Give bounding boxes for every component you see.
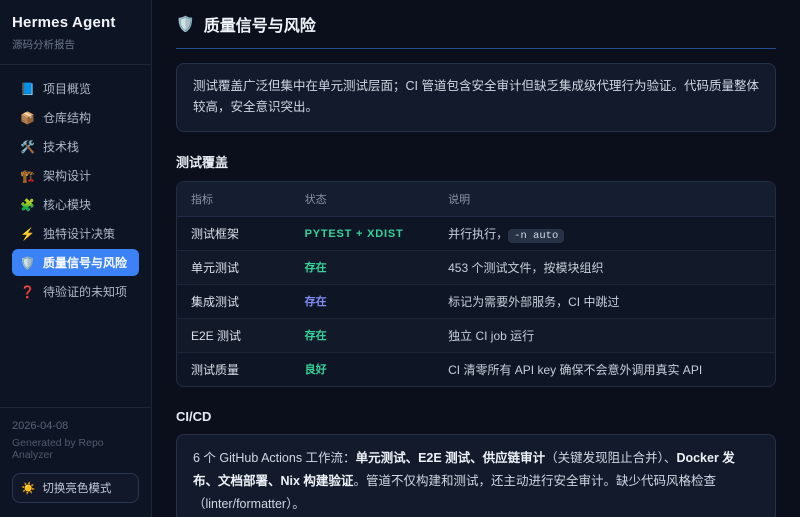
column-header: 说明: [434, 181, 775, 217]
app-subtitle: 源码分析报告: [12, 39, 75, 51]
metric-cell: E2E 测试: [177, 318, 291, 353]
sidebar-item-label: 项目概览: [43, 82, 92, 96]
status-cell: PYTEST + XDIST: [290, 216, 435, 251]
sidebar-item[interactable]: 📦 仓库结构: [12, 104, 139, 131]
description-cell: 独立 CI job 运行: [434, 318, 775, 353]
status-cell: 存在: [290, 284, 435, 319]
sidebar-item[interactable]: 📘 项目概览: [12, 75, 139, 102]
column-header: 指标: [177, 181, 291, 217]
sidebar-item-label: 核心模块: [43, 198, 92, 212]
theme-toggle-button[interactable]: ☀️ 切换亮色模式: [12, 473, 139, 503]
package-icon: 📦: [20, 110, 35, 125]
code-chip: -n auto: [508, 228, 565, 243]
generated-by-label: Generated by Repo Analyzer: [12, 437, 104, 461]
main-content: 🛡️ 质量信号与风险 测试覆盖广泛但集中在单元测试层面；CI 管道包含安全审计但…: [152, 0, 800, 517]
question-icon: ❓: [20, 284, 35, 299]
metric-cell: 测试质量: [191, 362, 240, 377]
status-badge: 存在: [304, 330, 327, 342]
sidebar-divider: [0, 64, 151, 65]
table-row: 测试质量 良好 CI 清零所有 API key 确保不会意外调用真实 API: [177, 352, 775, 386]
book-icon: 📘: [20, 81, 35, 96]
app-title: Hermes Agent: [12, 14, 116, 31]
status-badge: PYTEST + XDIST: [304, 228, 404, 240]
theme-toggle-label: 切换亮色模式: [42, 483, 112, 495]
table-row: 集成测试 存在 标记为需要外部服务，CI 中跳过: [177, 284, 775, 319]
metric-cell: 测试框架: [177, 216, 291, 251]
description-cell: 453 个测试文件，按模块组织: [434, 250, 775, 285]
sidebar: Hermes Agent 源码分析报告 📘 项目概览 📦 仓库结构 🛠️ 技术栈 🏗️ 架构设…: [0, 0, 152, 517]
metric-cell: 集成测试: [177, 284, 291, 319]
sidebar-item[interactable]: ❓ 待验证的未知项: [12, 278, 139, 305]
table-row: 测试框架 PYTEST + XDIST 并行执行， -n auto: [177, 216, 775, 251]
metric-cell: 单元测试: [177, 250, 291, 285]
table-row: E2E 测试 存在 独立 CI job 运行: [177, 318, 775, 353]
cicd-card: 6 个 GitHub Actions 工作流：单元测试、E2E 测试、供应链审计…: [176, 433, 776, 517]
text-segment: 并行执行，: [448, 226, 509, 241]
construction-icon: 🏗️: [20, 168, 35, 183]
tools-icon: 🛠️: [20, 139, 35, 154]
sidebar-item-label: 架构设计: [43, 169, 92, 183]
text-segment: 标记为需要外部服务，CI 中跳过: [448, 294, 620, 309]
section-heading-cicd: CI/CD: [176, 408, 212, 424]
sidebar-item-label: 独特设计决策: [43, 227, 116, 241]
section-heading-test-coverage: 测试覆盖: [176, 154, 229, 170]
column-header: 状态: [290, 181, 435, 217]
table-header-row: 指标 状态 说明: [177, 181, 775, 217]
sidebar-item[interactable]: ⚡ 独特设计决策: [12, 220, 139, 247]
text-segment: 453 个测试文件，按模块组织: [448, 260, 604, 275]
shield-icon: 🛡️: [20, 255, 35, 270]
puzzle-icon: 🧩: [20, 197, 35, 212]
page-title-text: 质量信号与风险: [203, 18, 316, 35]
description-cell: 标记为需要外部服务，CI 中跳过: [434, 284, 775, 319]
sidebar-item[interactable]: 🛠️ 技术栈: [12, 133, 139, 160]
shield-icon: 🛡️: [176, 16, 195, 33]
status-badge: 良好: [304, 364, 327, 376]
report-date: 2026-04-08: [12, 420, 69, 432]
sidebar-item[interactable]: 🧩 核心模块: [12, 191, 139, 218]
status-cell: 良好: [291, 352, 435, 386]
sidebar-item-label: 质量信号与风险: [43, 256, 128, 270]
page-title: 🛡️ 质量信号与风险: [176, 12, 776, 49]
text-segment: 独立 CI job 运行: [448, 328, 535, 343]
status-badge: 存在: [304, 296, 327, 308]
test-coverage-table: 指标 状态 说明 测试框架 PYTEST + XDIST 并行执行， -n auto 单元测…: [176, 180, 776, 387]
status-badge: 存在: [304, 262, 327, 274]
lightning-icon: ⚡: [20, 226, 35, 241]
status-cell: 存在: [290, 318, 435, 353]
summary-text: 测试覆盖广泛但集中在单元测试层面；CI 管道包含安全审计但缺乏集成级代理行为验证…: [193, 79, 759, 115]
sidebar-item[interactable]: 🛡️ 质量信号与风险: [12, 249, 139, 276]
sidebar-item-label: 技术栈: [43, 140, 80, 154]
sidebar-item-label: 仓库结构: [43, 111, 92, 125]
summary-card: 测试覆盖广泛但集中在单元测试层面；CI 管道包含安全审计但缺乏集成级代理行为验证…: [176, 63, 776, 132]
sidebar-item-label: 待验证的未知项: [43, 285, 128, 299]
text-segment: （关键发现阻止合并）、: [545, 450, 677, 465]
description-cell: 并行执行， -n auto: [434, 216, 775, 251]
text-segment: 6 个 GitHub Actions 工作流：: [193, 450, 356, 465]
sidebar-item[interactable]: 🏗️ 架构设计: [12, 162, 139, 189]
description-cell: CI 清零所有 API key 确保不会意外调用真实 API: [434, 352, 775, 386]
sun-icon: ☀️: [21, 483, 36, 495]
sidebar-footer: 2026-04-08 Generated by Repo Analyzer ☀️…: [0, 407, 151, 503]
bold-text: 单元测试、E2E 测试、供应链审计: [355, 450, 546, 465]
status-cell: 存在: [290, 250, 435, 285]
sidebar-nav: 📘 项目概览 📦 仓库结构 🛠️ 技术栈 🏗️ 架构设计 🧩 核心模块 ⚡ 独特设计决策 🛡️ 质量信号与…: [12, 75, 139, 307]
text-segment: CI 清零所有 API key 确保不会意外调用真实 API: [448, 362, 703, 377]
cicd-text: 6 个 GitHub Actions 工作流：单元测试、E2E 测试、供应链审计…: [193, 447, 759, 516]
table-row: 单元测试 存在 453 个测试文件，按模块组织: [177, 250, 775, 285]
